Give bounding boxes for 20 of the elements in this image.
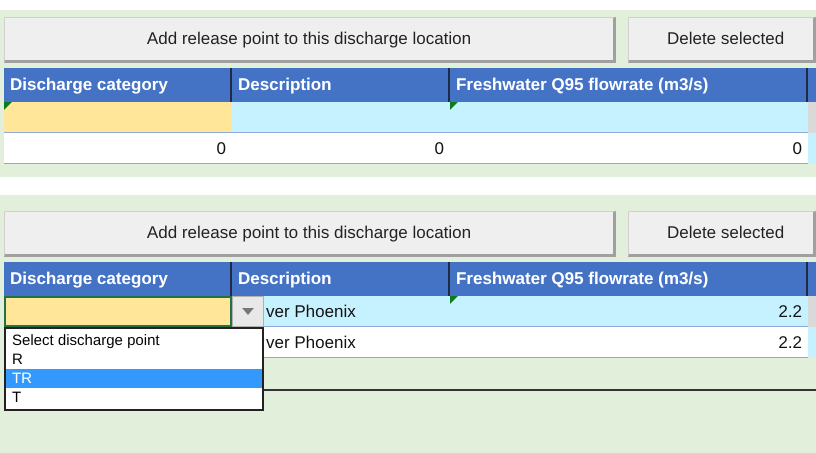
dropdown-button[interactable] xyxy=(232,296,264,327)
add-button[interactable]: Add release point to this discharge location xyxy=(4,17,616,63)
column-header xyxy=(808,68,816,102)
table-cell: 0 xyxy=(232,133,450,164)
table-cell: 2.2 xyxy=(450,296,808,327)
dropdown-option[interactable]: T xyxy=(6,388,262,407)
column-header: Freshwater Q95 flowrate (m3/s) xyxy=(450,68,808,102)
table-cell: 0 xyxy=(450,133,808,164)
column-header xyxy=(808,262,816,296)
caret-icon xyxy=(242,308,254,315)
delete-button[interactable]: Delete selected xyxy=(628,211,816,257)
column-header: Discharge category xyxy=(4,262,232,296)
table-cell: 0 xyxy=(4,133,232,164)
column-header: Discharge category xyxy=(4,68,232,102)
column-header: Description xyxy=(232,262,450,296)
add-button[interactable]: Add release point to this discharge location xyxy=(4,211,616,257)
delete-button[interactable]: Delete selected xyxy=(628,17,816,63)
column-header: Freshwater Q95 flowrate (m3/s) xyxy=(450,262,808,296)
table-cell: 2.2 xyxy=(450,327,808,358)
column-header: Description xyxy=(232,68,450,102)
